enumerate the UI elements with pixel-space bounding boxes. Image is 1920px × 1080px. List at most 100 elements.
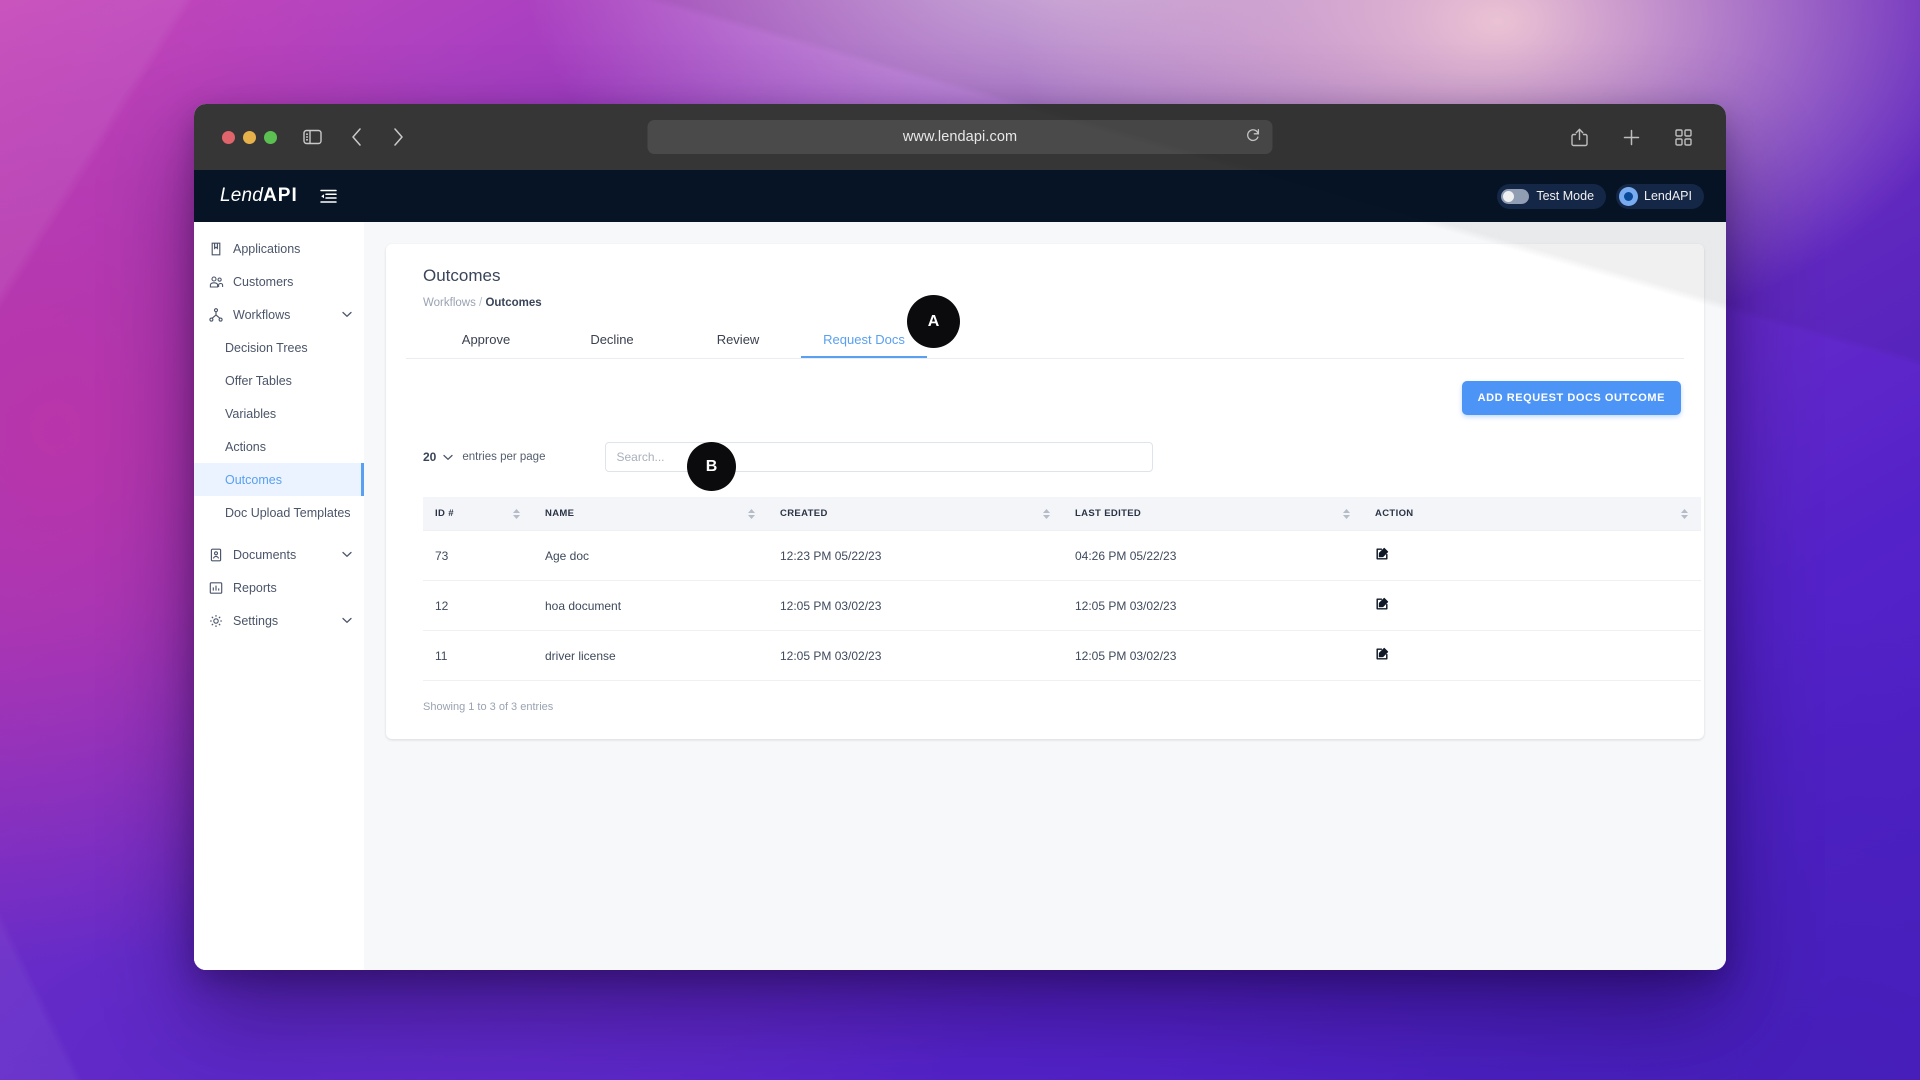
sort-arrows-icon[interactable] xyxy=(513,508,520,519)
chevron-down-icon[interactable] xyxy=(342,311,352,318)
sidebar-item-reports[interactable]: Reports xyxy=(194,571,364,604)
sidebar-item-customers[interactable]: Customers xyxy=(194,265,364,298)
row-action xyxy=(1363,530,1701,581)
tab-decline[interactable]: Decline xyxy=(549,322,675,358)
sort-arrows-icon[interactable] xyxy=(1681,508,1688,519)
row-id: 12 xyxy=(423,580,533,631)
breadcrumb-separator: / xyxy=(479,297,483,309)
row-created: 12:05 PM 03/02/23 xyxy=(768,630,1063,681)
breadcrumb-parent[interactable]: Workflows xyxy=(423,297,476,309)
annotation-badge-a: A xyxy=(907,295,960,348)
sidebar-item-workflows[interactable]: Workflows xyxy=(194,298,364,331)
maximize-window-button[interactable] xyxy=(264,130,277,144)
table-header-id[interactable]: ID # xyxy=(423,497,533,531)
breadcrumb: Workflows / Outcomes xyxy=(406,297,1684,309)
edit-icon[interactable] xyxy=(1375,547,1389,561)
back-arrow-icon[interactable] xyxy=(343,124,369,150)
entries-per-page-select[interactable]: 20 entries per page xyxy=(423,450,545,464)
table-header-label: NAME xyxy=(545,508,575,519)
row-id: 73 xyxy=(423,530,533,581)
brand-logo[interactable]: Lend API xyxy=(220,185,298,207)
sidebar-item-outcomes[interactable]: Outcomes xyxy=(194,463,364,496)
row-created: 12:05 PM 03/02/23 xyxy=(768,580,1063,631)
sort-arrows-icon[interactable] xyxy=(1343,508,1350,519)
sidebar-item-actions[interactable]: Actions xyxy=(194,430,364,463)
table-row[interactable]: 12 hoa document 12:05 PM 03/02/23 12:05 PM … xyxy=(423,580,1701,631)
minimize-window-button[interactable] xyxy=(243,130,256,144)
sidebar-item-label: Variables xyxy=(225,406,277,421)
sort-arrows-icon[interactable] xyxy=(1043,508,1050,519)
table-row[interactable]: 73 Age doc 12:23 PM 05/22/23 04:26 PM 05/22… xyxy=(423,530,1701,581)
browser-nav-buttons xyxy=(343,124,411,150)
test-mode-toggle[interactable]: Test Mode xyxy=(1497,183,1607,209)
chevron-down-icon[interactable] xyxy=(342,551,352,558)
test-mode-switch[interactable] xyxy=(1501,188,1530,204)
row-last-edited: 12:05 PM 03/02/23 xyxy=(1063,630,1363,681)
app-header: Lend API Test Mode LendAPI xyxy=(194,170,1726,222)
outcomes-card: Outcomes Workflows / Outcomes Approve Dec… xyxy=(386,244,1704,739)
sidebar-item-label: Applications xyxy=(233,241,301,256)
sidebar-divider xyxy=(194,529,364,538)
sidebar-item-offer-tables[interactable]: Offer Tables xyxy=(194,364,364,397)
outcomes-table-wrap: ID # NAME CREATED LAST EDITED ACTION 73 Age d… xyxy=(406,472,1701,681)
sidebar-item-label: Offer Tables xyxy=(225,373,292,388)
forward-arrow-icon[interactable] xyxy=(385,124,411,150)
plus-icon[interactable] xyxy=(1618,124,1644,150)
sidebar-item-variables[interactable]: Variables xyxy=(194,397,364,430)
row-name: Age doc xyxy=(533,530,768,581)
customers-icon xyxy=(208,274,224,290)
table-header-label: ID # xyxy=(435,508,454,519)
row-last-edited: 04:26 PM 05/22/23 xyxy=(1063,530,1363,581)
breadcrumb-current: Outcomes xyxy=(485,297,542,309)
sidebar-item-applications[interactable]: Applications xyxy=(194,232,364,265)
chevron-down-icon[interactable] xyxy=(342,617,352,624)
applications-icon xyxy=(208,241,224,257)
test-mode-switch-knob xyxy=(1503,190,1515,202)
avatar-inner xyxy=(1624,191,1634,201)
address-bar[interactable]: www.lendapi.com xyxy=(647,120,1273,154)
address-bar-url: www.lendapi.com xyxy=(902,129,1018,145)
browser-window: www.lendapi.com Lend API Test Mode LendA… xyxy=(194,104,1726,970)
sidebar-item-label: Documents xyxy=(233,547,297,562)
edit-icon[interactable] xyxy=(1375,647,1389,661)
row-action xyxy=(1363,630,1701,681)
row-name: hoa document xyxy=(533,580,768,631)
grid-icon[interactable] xyxy=(1670,124,1696,150)
tab-approve[interactable]: Approve xyxy=(423,322,549,358)
avatar xyxy=(1619,186,1639,206)
table-header-row: ID # NAME CREATED LAST EDITED ACTION xyxy=(423,497,1701,531)
main-content: Outcomes Workflows / Outcomes Approve Dec… xyxy=(364,222,1726,970)
table-header-name[interactable]: NAME xyxy=(533,497,768,531)
table-header-label: LAST EDITED xyxy=(1075,508,1142,519)
sidebar-item-settings[interactable]: Settings xyxy=(194,604,364,637)
sidebar-nav: Applications Customers Workflows Decision T… xyxy=(194,222,364,970)
sidebar-toggle-icon[interactable] xyxy=(299,124,325,150)
account-menu[interactable]: LendAPI xyxy=(1616,183,1704,209)
share-icon[interactable] xyxy=(1566,124,1592,150)
documents-icon xyxy=(208,547,224,563)
sidebar-item-doc-upload-templates[interactable]: Doc Upload Templates xyxy=(194,496,364,529)
entries-per-page-label: entries per page xyxy=(462,451,546,463)
tab-review[interactable]: Review xyxy=(675,322,801,358)
reload-icon[interactable] xyxy=(1246,128,1261,147)
entries-per-page-value: 20 xyxy=(423,450,437,464)
add-request-docs-outcome-button[interactable]: ADD REQUEST DOCS OUTCOME xyxy=(1461,381,1681,415)
sidebar-item-decision-trees[interactable]: Decision Trees xyxy=(194,331,364,364)
sidebar-item-documents[interactable]: Documents xyxy=(194,538,364,571)
test-mode-label: Test Mode xyxy=(1536,189,1595,203)
table-header-last-edited[interactable]: LAST EDITED xyxy=(1063,497,1363,531)
row-last-edited: 12:05 PM 03/02/23 xyxy=(1063,580,1363,631)
edit-icon[interactable] xyxy=(1375,597,1389,611)
sidebar-item-label: Doc Upload Templates xyxy=(225,505,351,520)
table-controls: 20 entries per page xyxy=(406,415,1684,472)
close-window-button[interactable] xyxy=(222,130,235,144)
annotation-badge-b: B xyxy=(687,442,736,491)
table-header-action[interactable]: ACTION xyxy=(1363,497,1701,531)
table-head: ID # NAME CREATED LAST EDITED ACTION xyxy=(423,497,1701,531)
table-header-label: ACTION xyxy=(1375,508,1414,519)
hamburger-collapse-icon[interactable] xyxy=(320,189,337,204)
table-header-created[interactable]: CREATED xyxy=(768,497,1063,531)
table-header-label: CREATED xyxy=(780,508,828,519)
table-row[interactable]: 11 driver license 12:05 PM 03/02/23 12:05 P… xyxy=(423,630,1701,681)
sort-arrows-icon[interactable] xyxy=(748,508,755,519)
